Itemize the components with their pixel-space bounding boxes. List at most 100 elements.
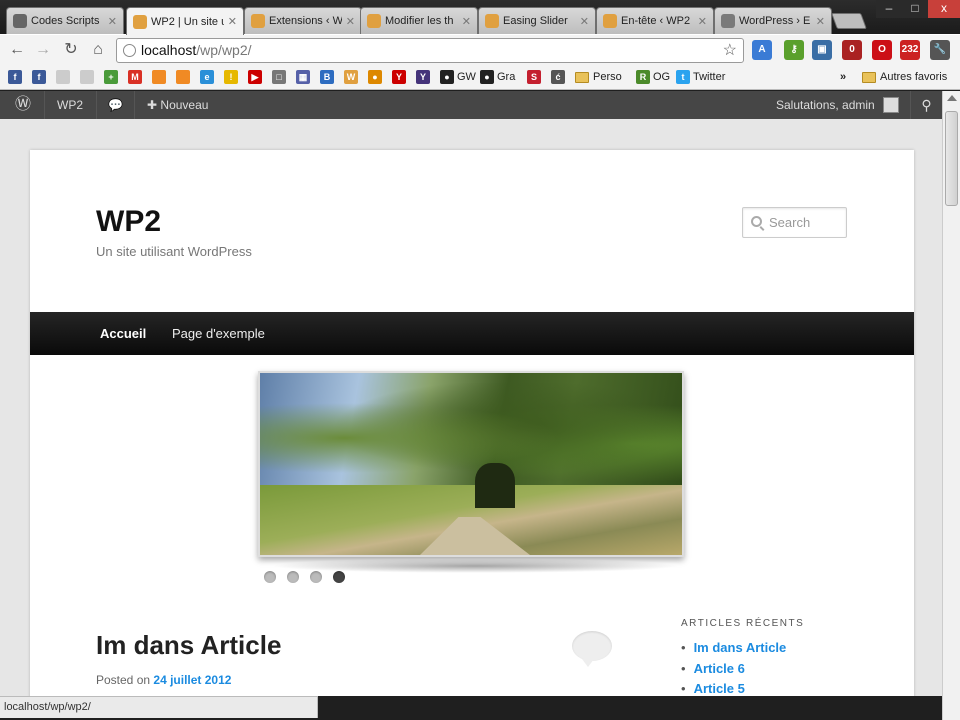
translate-icon[interactable]: A bbox=[752, 40, 772, 60]
tab[interactable]: WordPress › E ✕ bbox=[714, 7, 832, 34]
bookmark-label: Gra bbox=[497, 71, 516, 83]
close-tab-icon[interactable]: ✕ bbox=[346, 15, 355, 28]
bookmark-item[interactable]: ! bbox=[224, 69, 241, 85]
page-viewport: WP2 Un site utilisant WordPress Search A… bbox=[0, 119, 942, 696]
wordpress-icon: W bbox=[344, 70, 358, 84]
minimize-button[interactable]: – bbox=[876, 0, 902, 18]
close-tab-icon[interactable]: ✕ bbox=[580, 15, 589, 28]
comment-bubble-icon[interactable] bbox=[572, 631, 612, 667]
close-tab-icon[interactable]: ✕ bbox=[698, 15, 707, 28]
bookmark-item[interactable]: + bbox=[104, 69, 121, 85]
bookmark-item[interactable]: ● Gra bbox=[480, 69, 515, 85]
search-placeholder: Search bbox=[769, 215, 811, 230]
bookmark-item[interactable]: ● GW bbox=[440, 69, 476, 85]
bookmark-item[interactable]: W bbox=[344, 69, 361, 85]
menu-item-sample-page[interactable]: Page d'exemple bbox=[172, 312, 265, 355]
bookmark-item[interactable]: Y bbox=[416, 69, 433, 85]
slider-dot[interactable] bbox=[333, 571, 345, 583]
bookmark-item[interactable] bbox=[56, 69, 73, 85]
bookmark-item[interactable]: f bbox=[8, 69, 25, 85]
recent-posts-list: Im dans ArticleArticle 6Article 5Article… bbox=[681, 638, 787, 696]
bookmark-item[interactable]: ▦ bbox=[296, 69, 313, 85]
site-title[interactable]: WP2 bbox=[96, 205, 161, 239]
bookmark-item[interactable]: □ bbox=[272, 69, 289, 85]
github-icon: ● bbox=[480, 70, 494, 84]
image-slider[interactable] bbox=[258, 371, 684, 557]
tab[interactable]: Extensions ‹ W ✕ bbox=[244, 7, 362, 34]
bookmark-item[interactable]: M bbox=[128, 69, 145, 85]
opera-icon[interactable]: O bbox=[872, 40, 892, 60]
mail-checker-icon[interactable]: 0 bbox=[842, 40, 862, 60]
reload-icon[interactable]: ↻ bbox=[60, 39, 82, 61]
wrench-icon[interactable]: 🔧 bbox=[930, 40, 950, 60]
slider-dot[interactable] bbox=[264, 571, 276, 583]
tab[interactable]: WP2 | Un site u ✕ bbox=[126, 7, 244, 35]
bookmark-item[interactable]: ● bbox=[368, 69, 385, 85]
bulb-icon: ! bbox=[224, 70, 238, 84]
close-tab-icon[interactable]: ✕ bbox=[228, 15, 237, 28]
admin-bar-site-name[interactable]: WP2 bbox=[44, 91, 83, 119]
tab-title: En-tête ‹ WP2 bbox=[621, 15, 691, 27]
comments-icon[interactable]: 💬 bbox=[96, 91, 134, 119]
slider-shadow bbox=[270, 559, 680, 573]
bookmarks-overflow-button[interactable]: » bbox=[840, 69, 846, 85]
menu-item-home[interactable]: Accueil bbox=[100, 312, 146, 355]
other-bookmarks-folder[interactable]: Autres favoris bbox=[862, 69, 947, 85]
bookmark-item[interactable]: ć bbox=[551, 69, 568, 85]
bookmark-item[interactable]: Y bbox=[392, 69, 409, 85]
key-icon[interactable]: ⚷ bbox=[784, 40, 804, 60]
new-tab-button[interactable] bbox=[831, 13, 867, 29]
search-icon[interactable]: ⚲ bbox=[910, 91, 942, 119]
home-icon[interactable]: ⌂ bbox=[87, 39, 109, 61]
close-tab-icon[interactable]: ✕ bbox=[108, 15, 117, 28]
bookmark-item[interactable]: Perso bbox=[575, 69, 622, 85]
bookmark-item[interactable] bbox=[80, 69, 97, 85]
post-title[interactable]: Im dans Article bbox=[96, 630, 281, 661]
back-icon[interactable]: ← bbox=[6, 39, 28, 61]
slide-trees bbox=[260, 383, 682, 493]
scroll-up-arrow[interactable] bbox=[947, 95, 957, 101]
bookmark-item[interactable]: B bbox=[320, 69, 337, 85]
forward-icon[interactable]: → bbox=[32, 39, 54, 61]
bookmark-item[interactable]: t Twitter bbox=[676, 69, 725, 85]
address-bar[interactable]: localhost/wp/wp2/ ☆ bbox=[116, 38, 744, 63]
bookmarks-bar: f f + Me! ▶ □ ▦ B W ● Y Y ● GW ● Gra Sć Perso R OG t Twitter … bbox=[0, 64, 960, 90]
recent-post-link[interactable]: Article 5 bbox=[681, 679, 786, 696]
folder-icon bbox=[575, 71, 589, 83]
tab[interactable]: Codes Scripts ✕ bbox=[6, 7, 124, 34]
bookmark-item[interactable]: R OG bbox=[636, 69, 670, 85]
admin-bar-greeting[interactable]: Salutations, admin bbox=[776, 91, 875, 119]
tab[interactable]: Modifier les th ✕ bbox=[360, 7, 478, 34]
star-icon[interactable]: ☆ bbox=[723, 39, 737, 62]
close-window-button[interactable]: x bbox=[928, 0, 960, 18]
bookmark-item[interactable] bbox=[152, 69, 169, 85]
close-tab-icon[interactable]: ✕ bbox=[816, 15, 825, 28]
post-meta: Posted on 24 juillet 2012 bbox=[96, 673, 231, 687]
bookmark-item[interactable]: e bbox=[200, 69, 217, 85]
scrollbar-thumb[interactable] bbox=[945, 111, 958, 206]
admin-bar-new[interactable]: ✚ Nouveau bbox=[134, 91, 208, 119]
calendar-icon[interactable]: 232 bbox=[900, 40, 920, 60]
gmail-icon: M bbox=[128, 70, 142, 84]
search-input[interactable]: Search bbox=[742, 207, 847, 238]
bookmark-item[interactable]: S bbox=[527, 69, 544, 85]
maximize-button[interactable]: □ bbox=[902, 0, 928, 18]
bookmark-item[interactable]: f bbox=[32, 69, 49, 85]
wordpress-logo-icon[interactable]: Ⓦ bbox=[12, 91, 34, 119]
slider-dot[interactable] bbox=[310, 571, 322, 583]
screen-capture-icon[interactable]: ▣ bbox=[812, 40, 832, 60]
tab[interactable]: En-tête ‹ WP2 ✕ bbox=[596, 7, 714, 34]
post-date-link[interactable]: 24 juillet 2012 bbox=[153, 673, 231, 687]
tab-favicon-icon bbox=[485, 14, 499, 28]
bookmark-item[interactable]: ▶ bbox=[248, 69, 265, 85]
tab-title: WordPress › E bbox=[739, 15, 811, 27]
avatar[interactable] bbox=[883, 97, 899, 113]
close-tab-icon[interactable]: ✕ bbox=[462, 15, 471, 28]
recent-post-link[interactable]: Article 6 bbox=[681, 659, 786, 680]
scrollbar[interactable] bbox=[942, 91, 960, 720]
generic-page-icon bbox=[56, 70, 70, 84]
recent-post-link[interactable]: Im dans Article bbox=[681, 638, 787, 659]
tab[interactable]: Easing Slider ✕ bbox=[478, 7, 596, 34]
slider-dot[interactable] bbox=[287, 571, 299, 583]
bookmark-item[interactable] bbox=[176, 69, 193, 85]
